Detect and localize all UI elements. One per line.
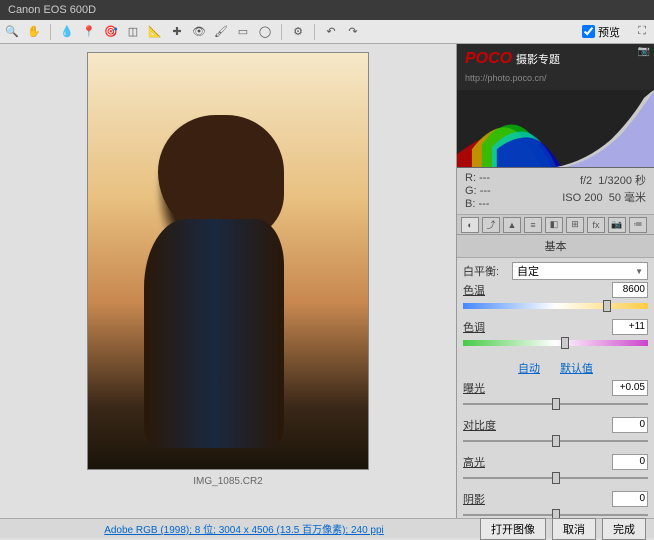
default-link[interactable]: 默认值 [560, 360, 593, 376]
redeye-tool-icon[interactable]: 👁 [191, 24, 207, 40]
crop-tool-icon[interactable]: ◫ [125, 24, 141, 40]
straighten-tool-icon[interactable]: 📐 [147, 24, 163, 40]
adjustments-panel: POCO 摄影专题 http://photo.poco.cn/ 📷 R: ---… [456, 44, 654, 518]
section-title-basic: 基本 [457, 235, 654, 258]
shadows-value[interactable]: 0 [612, 491, 648, 507]
temp-slider[interactable] [463, 299, 648, 313]
wb-dropdown[interactable]: 自定 ▼ [512, 262, 648, 280]
tint-slider[interactable] [463, 336, 648, 350]
preview-area: IMG_1085.CR2 [0, 44, 456, 518]
camera-icon: 📷 [638, 46, 650, 57]
footer-bar: Adobe RGB (1998); 8 位; 3004 x 4506 (13.5… [0, 518, 654, 538]
histogram[interactable] [457, 90, 654, 168]
open-image-button[interactable]: 打开图像 [480, 518, 546, 540]
contrast-label: 对比度 [463, 417, 496, 433]
toolbar: 🔍 ✋ 💧 📍 🎯 ◫ 📐 ✚ 👁 🖌 ▭ ◯ ⚙ ↶ ↷ 预览 ⛶ [0, 20, 654, 44]
logo-tagline: 摄影专题 [516, 54, 560, 66]
target-adjust-icon[interactable]: 🎯 [103, 24, 119, 40]
watermark: POCO 摄影专题 http://photo.poco.cn/ 📷 [457, 44, 654, 90]
preview-label: 预览 [598, 24, 620, 40]
prefs-icon[interactable]: ⚙ [290, 24, 306, 40]
rgb-readout: R: --- G: --- B: --- f/2 1/3200 秒 ISO 20… [457, 168, 654, 215]
zoom-tool-icon[interactable]: 🔍 [4, 24, 20, 40]
title-bar: Canon EOS 600D [0, 0, 654, 20]
tab-split[interactable]: ◧ [545, 217, 563, 233]
shadows-label: 阴影 [463, 491, 485, 507]
rotate-ccw-icon[interactable]: ↶ [323, 24, 339, 40]
graduated-filter-icon[interactable]: ▭ [235, 24, 251, 40]
logo-url: http://photo.poco.cn/ [465, 73, 547, 83]
tab-presets[interactable]: ≔ [629, 217, 647, 233]
highlights-slider[interactable] [463, 471, 648, 485]
filename-label: IMG_1085.CR2 [193, 476, 262, 487]
hand-tool-icon[interactable]: ✋ [26, 24, 42, 40]
spot-removal-icon[interactable]: ✚ [169, 24, 185, 40]
contrast-slider[interactable] [463, 434, 648, 448]
shadows-slider[interactable] [463, 508, 648, 518]
tab-hsl[interactable]: ≡ [524, 217, 542, 233]
tab-detail[interactable]: ▲ [503, 217, 521, 233]
tab-basic[interactable]: ◐ [461, 217, 479, 233]
tab-camera[interactable]: 📷 [608, 217, 626, 233]
highlights-label: 高光 [463, 454, 485, 470]
workflow-link[interactable]: Adobe RGB (1998); 8 位; 3004 x 4506 (13.5… [8, 521, 480, 536]
temp-label: 色温 [463, 282, 485, 298]
panel-tabs: ◐ ⤴ ▲ ≡ ◧ ⊞ fx 📷 ≔ [457, 215, 654, 235]
cancel-button[interactable]: 取消 [552, 518, 596, 540]
contrast-value[interactable]: 0 [612, 417, 648, 433]
basic-controls: 白平衡: 自定 ▼ 色温 8600 色调 +11 [457, 258, 654, 518]
fullscreen-icon[interactable]: ⛶ [634, 24, 650, 40]
exposure-label: 曝光 [463, 380, 485, 396]
exposure-slider[interactable] [463, 397, 648, 411]
tint-value[interactable]: +11 [612, 319, 648, 335]
auto-link[interactable]: 自动 [518, 360, 540, 376]
chevron-down-icon: ▼ [635, 267, 643, 276]
rotate-cw-icon[interactable]: ↷ [345, 24, 361, 40]
tab-fx[interactable]: fx [587, 217, 605, 233]
adjustment-brush-icon[interactable]: 🖌 [213, 24, 229, 40]
logo-text: POCO [465, 50, 512, 67]
wb-tool-icon[interactable]: 💧 [59, 24, 75, 40]
exposure-value[interactable]: +0.05 [612, 380, 648, 396]
highlights-value[interactable]: 0 [612, 454, 648, 470]
radial-filter-icon[interactable]: ◯ [257, 24, 273, 40]
tint-label: 色调 [463, 319, 485, 335]
temp-value[interactable]: 8600 [612, 282, 648, 298]
preview-checkbox[interactable]: 预览 [582, 24, 620, 40]
wb-label: 白平衡: [463, 263, 508, 279]
color-sampler-icon[interactable]: 📍 [81, 24, 97, 40]
preview-image[interactable] [87, 52, 369, 470]
preview-check[interactable] [582, 25, 595, 38]
tab-lens[interactable]: ⊞ [566, 217, 584, 233]
done-button[interactable]: 完成 [602, 518, 646, 540]
tab-curve[interactable]: ⤴ [482, 217, 500, 233]
